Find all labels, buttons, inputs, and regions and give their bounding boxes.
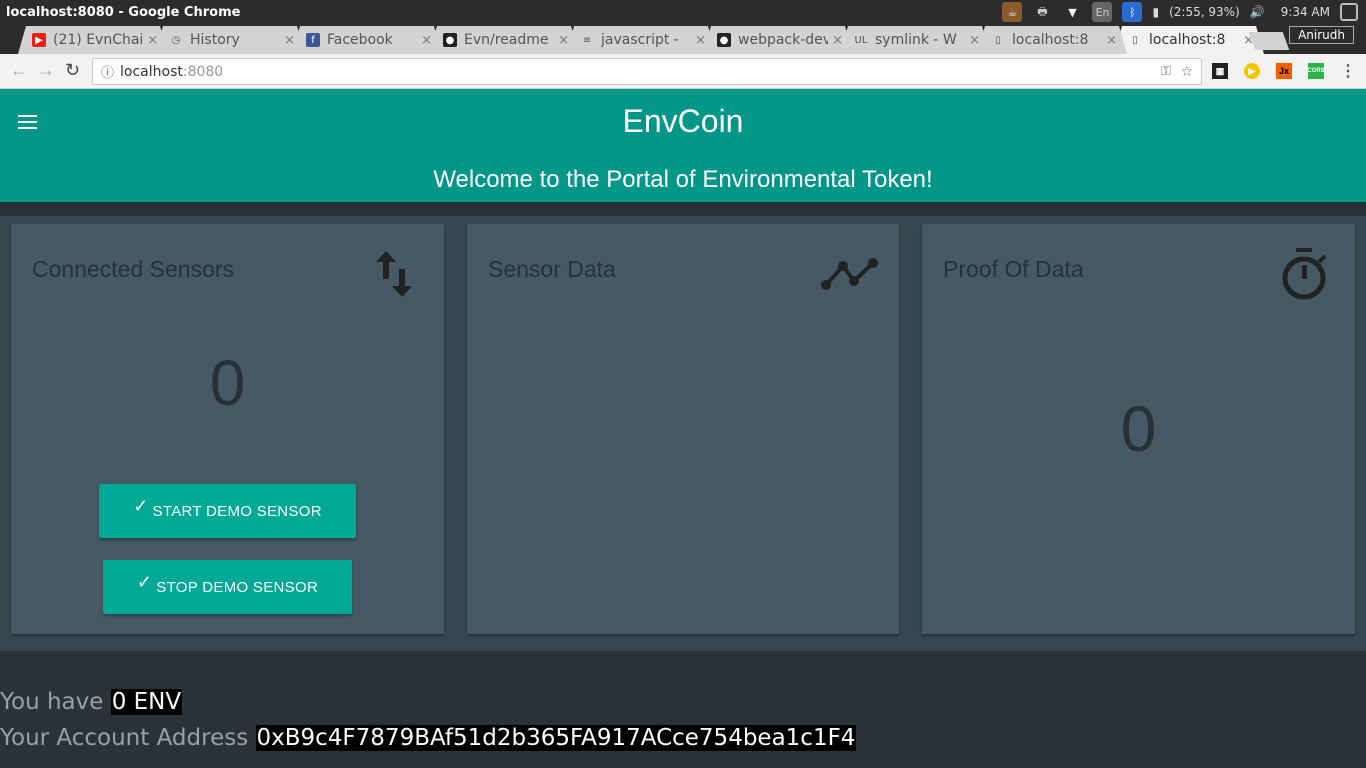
url-host: localhost [120,63,183,80]
browser-tab[interactable]: ▶ (21) EvnChain × [18,26,168,54]
tab-label: javascript - [601,32,679,48]
check-icon: ✓ [136,571,153,592]
timer-icon [1282,248,1327,300]
browser-tab[interactable]: ● Evn/readme × [429,26,579,54]
tab-close-icon[interactable]: × [421,33,432,48]
browser-toolbar: ← → ↻ ⓘ localhost:8080 ⚿ ☆ ▦ ▶ Jx CORS ⋮ [0,54,1366,89]
battery-icon[interactable]: ▮ [1152,5,1159,19]
balance-label: You have [0,689,104,715]
tab-close-icon[interactable]: × [1106,33,1117,48]
printer-icon[interactable]: 🖶 [1032,2,1052,22]
tab-label: (21) EvnChain [53,32,144,48]
tab-label: Facebook [327,32,393,48]
bookmark-star-icon[interactable]: ☆ [1180,64,1193,80]
browser-tab[interactable]: UL symlink - W × [840,26,990,54]
facebook-icon: f [306,33,320,47]
account-address-value: 0xB9c4F7879BAf51d2b365FA917ACce754bea1c1… [255,725,857,751]
page-icon: ▯ [1132,34,1138,46]
timeline-icon [821,258,878,290]
info-icon[interactable]: ⓘ [101,62,114,81]
tab-label: webpack-dev [738,32,829,48]
bluetooth-icon[interactable]: ᛒ [1122,2,1143,22]
reload-button[interactable]: ↻ [65,60,80,81]
browser-tab[interactable]: f Facebook × [292,26,442,54]
tab-label: Evn/readme [464,32,549,48]
start-demo-sensor-button[interactable]: ✓ START DEMO SENSOR [99,484,356,538]
tab-close-icon[interactable]: × [147,33,158,48]
header-divider [0,202,1366,216]
wifi-icon[interactable]: ▼ [1062,2,1082,22]
connected-sensors-card: Connected Sensors 0 ✓ START DEMO SENSOR ✓… [11,224,444,634]
clock[interactable]: 9:34 AM [1281,5,1330,19]
tab-close-icon[interactable]: × [284,33,295,48]
play-extension-icon[interactable]: ▶ [1244,63,1260,79]
app-header: EnvCoin Welcome to the Portal of Environ… [0,89,1366,202]
stackoverflow-icon: ≡ [582,34,592,46]
page-icon: ▯ [995,34,1001,46]
tab-strip: ▯ localhost:8 × ▯ localhost:8 × UL symlink - W ×… [0,24,1366,54]
check-icon: ✓ [133,495,149,516]
app-title: EnvCoin [622,103,744,139]
profile-button[interactable]: Anirudh [1289,26,1354,44]
card-title: Proof Of Data [943,256,1084,282]
tab-close-icon[interactable]: × [832,33,843,48]
caffeine-icon[interactable]: ☕ [1002,2,1023,22]
github-icon: ● [443,33,457,47]
sensor-data-card: Sensor Data [467,224,899,634]
chrome-menu-icon[interactable]: ⋮ [1340,63,1356,80]
card-title: Sensor Data [488,256,616,282]
film-extension-icon[interactable]: ▦ [1212,63,1228,79]
browser-tab[interactable]: ▯ localhost:8 × [1114,26,1264,54]
tab-close-icon[interactable]: × [558,33,569,48]
welcome-message: Welcome to the Portal of Environmental T… [433,166,933,193]
tab-label: localhost:8 [1012,32,1089,48]
jx-extension-icon[interactable]: Jx [1276,63,1292,79]
browser-tab[interactable]: ● webpack-dev × [703,26,853,54]
tab-label: localhost:8 [1149,32,1226,48]
balance-line: You have 0 ENV [0,689,183,715]
key-icon[interactable]: ⚿ [1161,64,1171,79]
tab-label: History [190,32,240,48]
account-address-line: Your Account Address 0xB9c4F7879BAf51d2b… [0,725,857,751]
card-title: Connected Sensors [32,256,235,282]
swap-vert-icon [376,251,412,297]
browser-tab[interactable]: ≡ javascript - × [566,26,716,54]
tab-label: symlink - W [875,32,957,48]
connected-sensors-count: 0 [209,347,246,419]
proof-of-data-count: 0 [1120,393,1157,465]
new-tab-button[interactable] [1248,32,1290,50]
browser-tab[interactable]: ▯ localhost:8 × [977,26,1127,54]
address-bar[interactable]: ⓘ localhost:8080 ⚿ ☆ [92,58,1202,85]
address-label: Your Account Address [0,725,249,751]
back-button[interactable]: ← [10,60,28,81]
keyboard-layout-indicator[interactable]: En [1092,2,1113,22]
url-port: :8080 [182,63,224,80]
balance-value: 0 ENV [110,689,183,715]
browser-tab[interactable]: ◷ History × [155,26,305,54]
system-menu-icon[interactable] [1340,3,1358,21]
history-icon: ◷ [171,34,181,46]
stop-demo-sensor-button[interactable]: ✓ STOP DEMO SENSOR [103,560,352,614]
os-top-bar: localhost:8080 - Google Chrome ☕ 🖶 ▼ En … [0,0,1366,24]
tab-close-icon[interactable]: × [695,33,706,48]
proof-of-data-card: Proof Of Data 0 [922,224,1355,634]
battery-status[interactable]: (2:55, 93%) [1169,5,1240,19]
github-icon: ● [717,33,731,47]
dashboard-cards: Connected Sensors 0 ✓ START DEMO SENSOR ✓… [0,216,1366,651]
youtube-icon: ▶ [32,33,46,47]
system-tray: ☕ 🖶 ▼ En ᛒ ▮ (2:55, 93%) 🔊 9:34 AM [1002,0,1358,24]
window-title: localhost:8080 - Google Chrome [6,4,241,20]
forward-button[interactable]: → [37,60,55,81]
ul-icon: UL [854,34,868,46]
cors-extension-icon[interactable]: CORS [1307,63,1325,79]
volume-icon[interactable]: 🔊 [1250,5,1265,19]
tab-close-icon[interactable]: × [969,33,980,48]
